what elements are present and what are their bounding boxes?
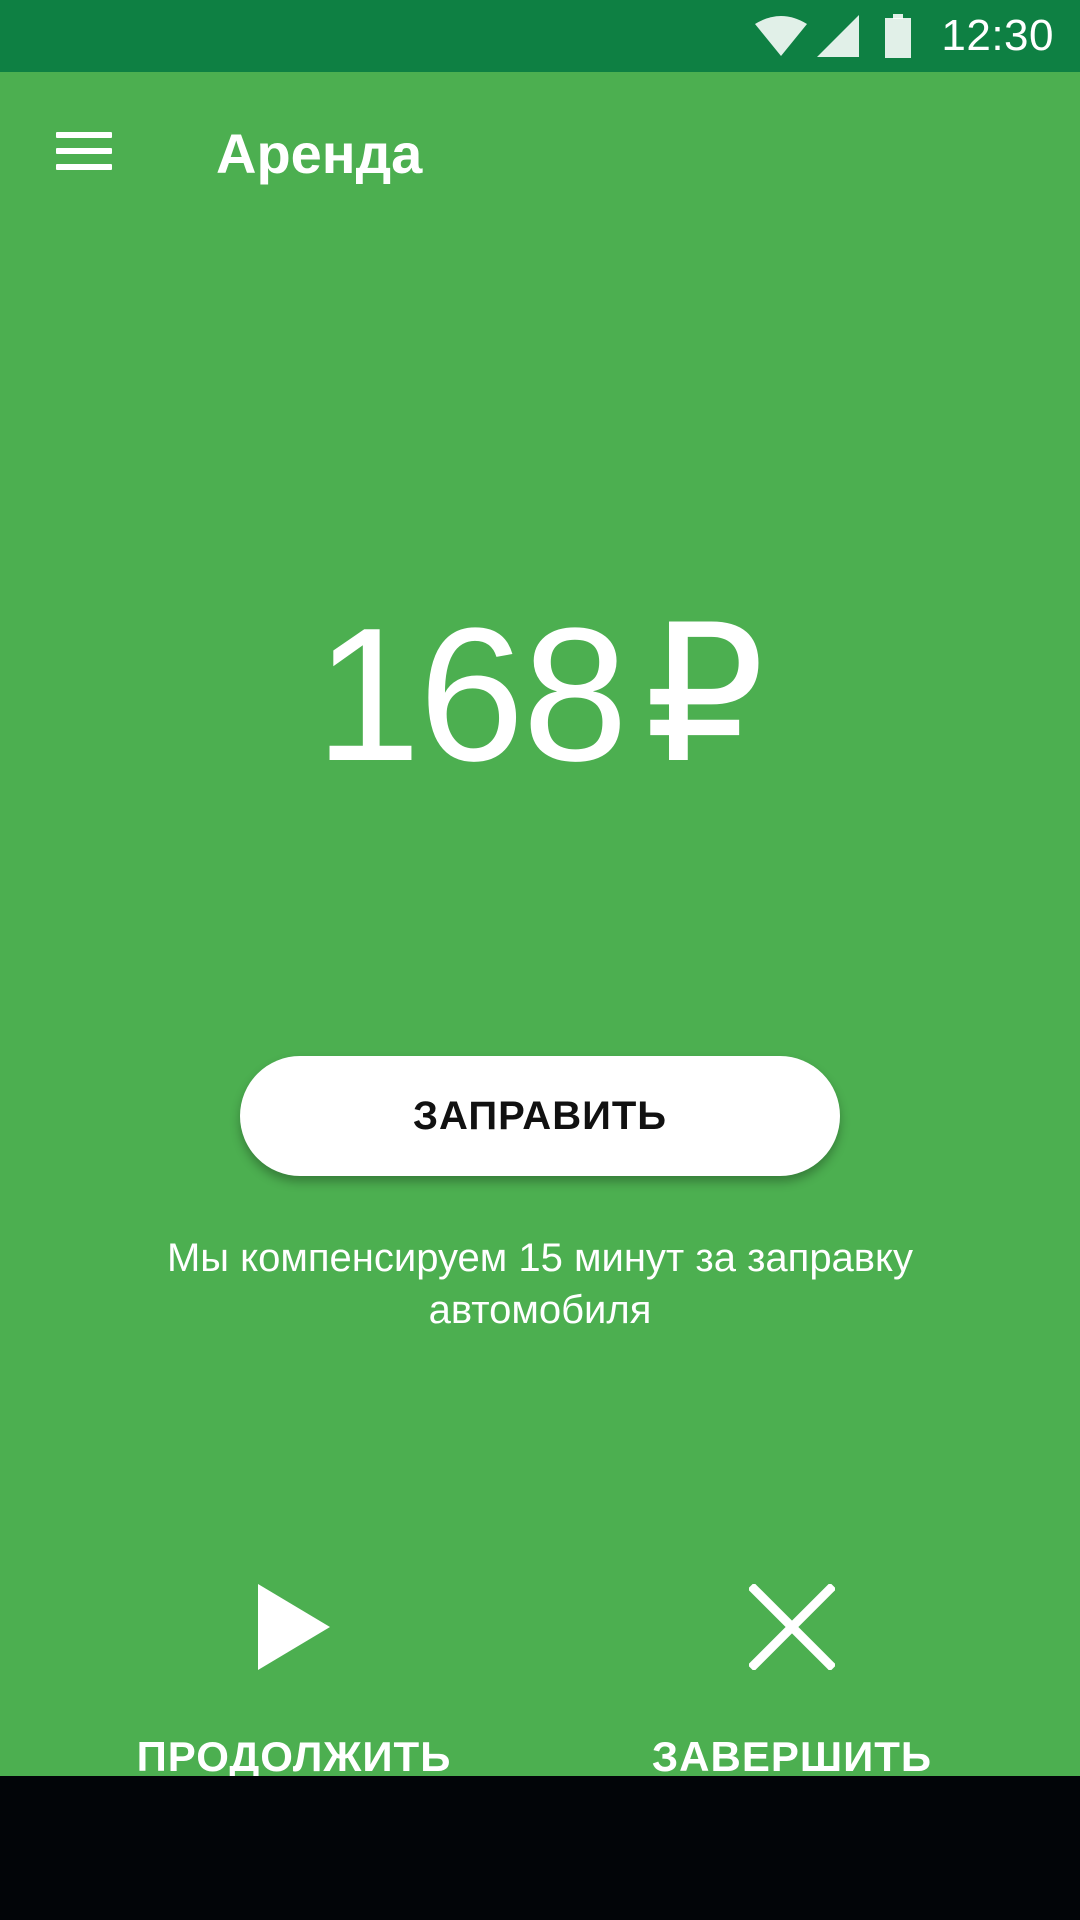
currency-symbol: ₽ (644, 589, 765, 801)
signal-icon (817, 15, 860, 57)
menu-icon[interactable] (40, 118, 128, 184)
menu-icon-line (56, 148, 112, 154)
finish-button[interactable]: ЗАВЕРШИТЬ (572, 1512, 1012, 1792)
page-title: Аренда (216, 122, 423, 185)
status-icons: 12:30 (755, 0, 1080, 72)
rental-cost: 168₽ (0, 600, 1080, 790)
status-bar: 12:30 (0, 0, 1080, 72)
status-time: 12:30 (941, 11, 1054, 60)
close-icon (749, 1584, 835, 1670)
continue-button-label: ПРОДОЛЖИТЬ (136, 1733, 452, 1780)
refuel-note: Мы компенсируем 15 минут за заправку авт… (166, 1236, 914, 1332)
app-screen: 12:30 Аренда 168₽ ЗАПРАВИТЬ Мы компенсир… (0, 0, 1080, 1920)
wifi-icon (755, 16, 808, 56)
refuel-button[interactable]: ЗАПРАВИТЬ (240, 1056, 840, 1176)
menu-icon-line (56, 164, 112, 170)
finish-button-label: ЗАВЕРШИТЬ (651, 1733, 933, 1780)
toolbar: Аренда (0, 72, 1080, 244)
refuel-button-label: ЗАПРАВИТЬ (412, 1093, 668, 1138)
play-icon (258, 1584, 330, 1670)
rental-cost-value: 168 (315, 589, 628, 801)
rental-screen: Аренда 168₽ ЗАПРАВИТЬ Мы компенсируем 15… (0, 72, 1080, 1778)
continue-button[interactable]: ПРОДОЛЖИТЬ (74, 1512, 514, 1792)
navigation-bar (0, 1776, 1080, 1920)
menu-icon-line (56, 132, 112, 138)
battery-icon (885, 14, 912, 58)
